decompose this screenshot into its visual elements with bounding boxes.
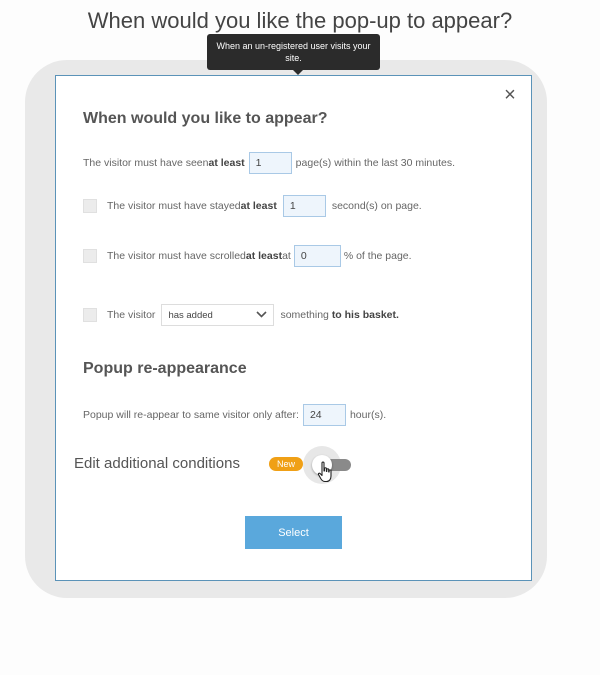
- seconds-input[interactable]: [282, 195, 326, 217]
- rule-time-suffix: second(s) on page.: [331, 200, 422, 212]
- rule-basket-suffix-bold: to his basket.: [331, 309, 399, 321]
- rule-time-row: The visitor must have stayed at least se…: [83, 195, 422, 217]
- reappear-prefix: Popup will re-appear to same visitor onl…: [83, 409, 299, 421]
- rule-time-prefix: The visitor must have stayed: [107, 200, 241, 212]
- rule-scroll-row: The visitor must have scrolled at least …: [83, 245, 412, 267]
- rule-pages-suffix: page(s) within the last 30 minutes.: [295, 157, 456, 169]
- rule-time-checkbox[interactable]: [83, 199, 97, 213]
- scroll-percent-input[interactable]: [293, 245, 341, 267]
- reappear-row: Popup will re-appear to same visitor onl…: [83, 404, 386, 426]
- basket-action-value: has added: [168, 309, 213, 321]
- rule-basket-prefix: The visitor: [107, 309, 156, 321]
- additional-conditions-label: Edit additional conditions: [74, 455, 240, 472]
- rule-time-emphasis: at least: [240, 200, 277, 212]
- rule-scroll-checkbox[interactable]: [83, 249, 97, 263]
- reappear-hours-input[interactable]: [302, 404, 346, 426]
- hand-cursor-icon: [317, 461, 335, 483]
- rule-pages-row: The visitor must have seen at least page…: [83, 152, 455, 174]
- tooltip: When an un-registered user visits your s…: [207, 34, 380, 75]
- rule-scroll-middle: at: [282, 250, 291, 262]
- rule-basket-checkbox[interactable]: [83, 308, 97, 322]
- basket-action-select[interactable]: has added: [161, 304, 275, 326]
- appear-section-title: When would you like to appear?: [83, 110, 328, 127]
- page-heading: When would you like the pop-up to appear…: [87, 8, 513, 33]
- chevron-down-icon: [256, 309, 268, 321]
- reappear-suffix: hour(s).: [349, 409, 387, 421]
- new-badge: New: [269, 457, 303, 471]
- rule-basket-suffix: something: [280, 309, 329, 321]
- rule-basket-row: The visitor has added something to his b…: [83, 304, 399, 326]
- rule-scroll-suffix: % of the page.: [343, 250, 412, 262]
- select-button[interactable]: Select: [245, 516, 342, 549]
- rule-scroll-emphasis: at least: [245, 250, 283, 262]
- reappear-section-title: Popup re-appearance: [83, 360, 247, 377]
- rule-pages-emphasis: at least: [208, 157, 245, 169]
- popup-settings-modal: × When would you like to appear? The vis…: [55, 75, 532, 581]
- rule-scroll-prefix: The visitor must have scrolled: [107, 250, 246, 262]
- rule-pages-prefix: The visitor must have seen: [83, 157, 209, 169]
- pages-count-input[interactable]: [248, 152, 292, 174]
- close-icon[interactable]: ×: [501, 85, 519, 105]
